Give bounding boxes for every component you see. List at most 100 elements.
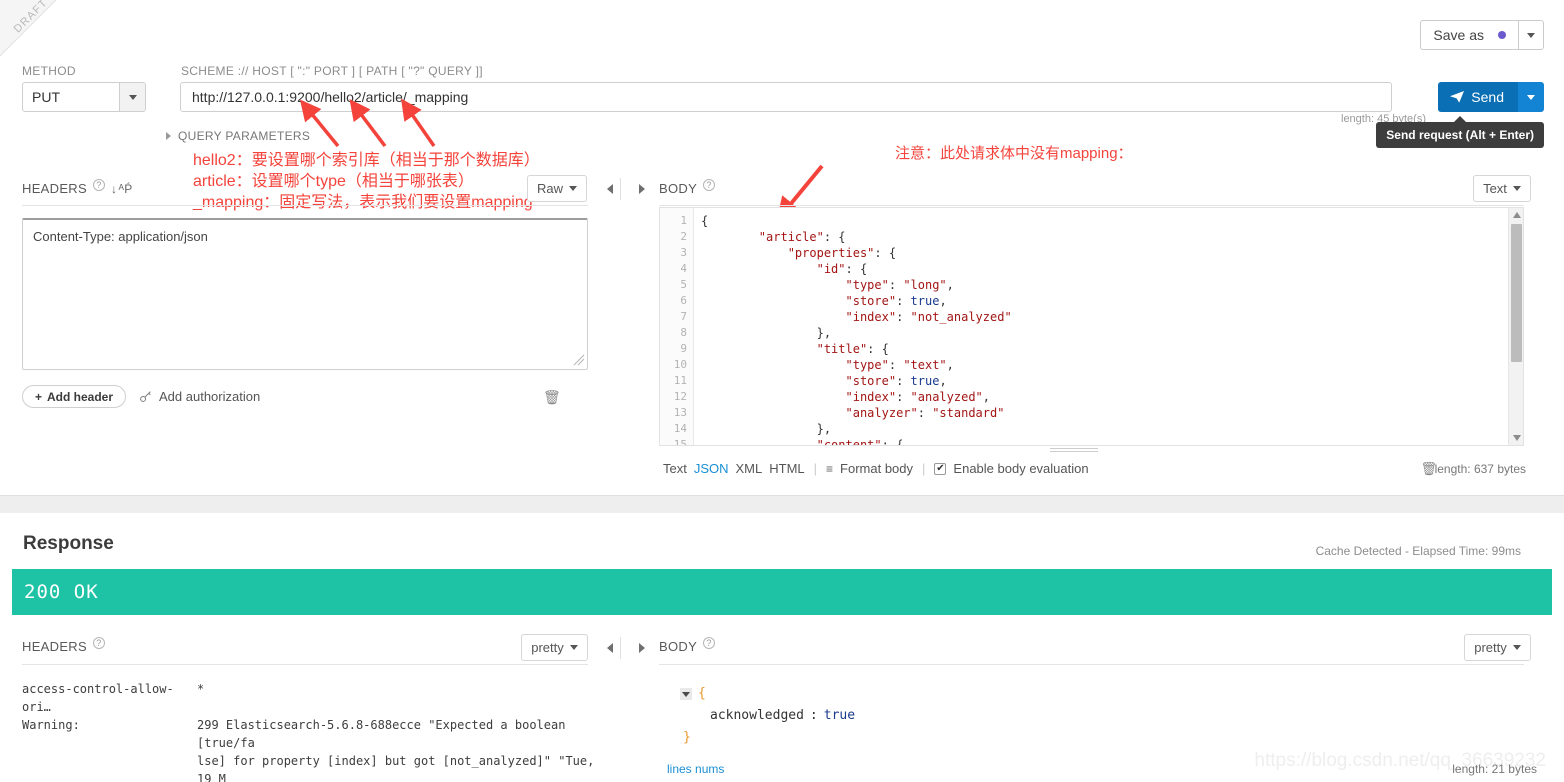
- help-icon[interactable]: ?: [92, 178, 105, 191]
- body-vertical-scrollbar[interactable]: [1508, 208, 1523, 445]
- response-headers-label: HEADERS: [22, 639, 87, 654]
- method-select[interactable]: PUT: [22, 82, 146, 112]
- chevron-down-icon: [569, 645, 578, 650]
- enable-body-evaluation-checkbox[interactable]: ✔: [934, 462, 947, 475]
- headers-format-select[interactable]: Raw: [527, 175, 587, 202]
- format-body-button[interactable]: Format body: [840, 461, 913, 476]
- json-close-row: }: [680, 727, 855, 749]
- response-header-key: access-control-allow-ori…: [22, 682, 174, 714]
- body-type-xml[interactable]: XML: [736, 461, 763, 476]
- json-key: acknowledged: [710, 708, 804, 723]
- collapse-right-button[interactable]: [635, 182, 649, 196]
- response-headers-list: access-control-allow-ori… * Warning: 299 El…: [22, 680, 602, 782]
- rest-client-window: DRAFT Save as METHOD SCHEME :// HOST [ "…: [0, 0, 1564, 782]
- body-type-html[interactable]: HTML: [769, 461, 804, 476]
- headers-format-value: Raw: [536, 181, 563, 196]
- send-dropdown-button[interactable]: [1518, 82, 1544, 112]
- json-entry-row: acknowledged : true: [680, 705, 855, 727]
- add-header-label: Add header: [47, 389, 114, 404]
- method-dropdown-button[interactable]: [119, 83, 145, 111]
- line-number: 14: [673, 422, 687, 435]
- body-divider: [659, 205, 1524, 206]
- response-header-key: Warning:: [22, 718, 80, 732]
- add-authorization-label: Add authorization: [159, 389, 261, 404]
- save-as-button[interactable]: Save as: [1420, 20, 1518, 50]
- annotation-line-1: hello2：要设置哪个索引库（相当于那个数据库）: [193, 152, 540, 169]
- annotation-line-2: article：设置哪个type（相当于哪张表）: [193, 173, 474, 190]
- scrollbar-thumb[interactable]: [1511, 224, 1522, 362]
- method-label: METHOD: [22, 64, 76, 78]
- plus-icon: +: [35, 389, 43, 404]
- response-headers-title: HEADERS ?: [22, 636, 105, 654]
- send-label: Send: [1471, 89, 1504, 105]
- json-colon: :: [809, 708, 818, 723]
- horizontal-resize-grip[interactable]: [1050, 448, 1098, 455]
- collapse-left-button[interactable]: [603, 182, 617, 196]
- draft-corner-shape: [0, 0, 56, 56]
- panel-divider: [620, 178, 621, 200]
- code-line: "store": true,: [845, 374, 947, 388]
- response-collapse-right-button[interactable]: [635, 641, 649, 655]
- response-body-title: BODY ?: [659, 636, 716, 654]
- line-number: 15: [673, 438, 687, 446]
- body-type-text[interactable]: Text: [663, 461, 687, 476]
- sort-az-icon[interactable]: ↓ ᴬṔ: [111, 182, 133, 196]
- delete-headers-icon[interactable]: 🗑: [543, 389, 561, 406]
- send-group: Send: [1438, 82, 1544, 112]
- code-line: "title": {: [816, 342, 889, 356]
- response-headers-format-select[interactable]: pretty: [521, 634, 588, 661]
- body-toolbar: Text JSON XML HTML | ≡ Format body | ✔ E…: [663, 461, 1089, 476]
- format-body-icon[interactable]: ≡: [826, 462, 833, 476]
- request-body-editor[interactable]: 1 2 3 4 5 6 7 8 9 10 11 12 13 14 15 { "article": { "pr…: [659, 207, 1524, 446]
- line-number: 7: [680, 310, 687, 323]
- headers-textarea[interactable]: [22, 218, 588, 370]
- help-icon[interactable]: ?: [703, 636, 716, 649]
- response-status-bar: 200 OK: [12, 569, 1552, 615]
- response-headers-divider: [22, 664, 588, 665]
- help-icon[interactable]: ?: [703, 178, 716, 191]
- chevron-down-icon: [1512, 645, 1521, 650]
- response-title: Response: [23, 533, 114, 554]
- send-paper-plane-icon: [1450, 91, 1465, 103]
- code-line: {: [701, 214, 709, 228]
- line-number: 11: [673, 374, 687, 387]
- collapse-toggle-icon[interactable]: [680, 688, 692, 700]
- url-input[interactable]: http://127.0.0.1:9200/hello2/article/_ma…: [180, 82, 1392, 112]
- chevron-right-icon: [639, 643, 645, 653]
- body-format-value: Text: [1483, 181, 1507, 196]
- enable-body-evaluation-label: Enable body evaluation: [953, 461, 1089, 476]
- code-line: "store": true,: [845, 294, 947, 308]
- body-type-json[interactable]: JSON: [694, 461, 729, 476]
- lines-nums-link[interactable]: lines nums: [667, 762, 724, 776]
- response-collapse-left-button[interactable]: [603, 641, 617, 655]
- url-value: http://127.0.0.1:9200/hello2/article/_ma…: [192, 89, 469, 105]
- json-value: true: [823, 708, 856, 723]
- send-tooltip: Send request (Alt + Enter): [1376, 116, 1544, 148]
- code-line: "content": {: [816, 438, 904, 445]
- request-body-code[interactable]: { "article": { "properties": { "id": { "…: [694, 208, 1508, 445]
- request-body-length: length: 637 bytes: [1434, 462, 1526, 476]
- annotation-body-note: 注意：此处请求体中没有mapping：: [895, 145, 1133, 162]
- response-panel-divider: [620, 637, 621, 659]
- add-authorization-button[interactable]: Add authorization: [139, 389, 260, 404]
- body-format-select[interactable]: Text: [1473, 175, 1531, 202]
- response-body-length: length: 21 bytes: [1452, 762, 1537, 776]
- scroll-up-icon[interactable]: [1509, 208, 1523, 222]
- response-body-format-select[interactable]: pretty: [1464, 634, 1531, 661]
- response-header-value: lse] for property [index] but got [not_a…: [197, 754, 595, 782]
- chevron-right-icon: [166, 132, 171, 140]
- help-icon[interactable]: ?: [92, 636, 105, 649]
- add-header-button[interactable]: + Add header: [22, 385, 127, 408]
- response-header-row: Warning: 299 Elasticsearch-5.6.8-688ecce …: [22, 716, 602, 752]
- headers-divider: [22, 205, 588, 206]
- code-line: "index": "analyzed",: [845, 390, 991, 404]
- query-parameters-toggle[interactable]: QUERY PARAMETERS: [166, 129, 310, 143]
- scroll-down-icon[interactable]: [1509, 431, 1523, 445]
- response-body-label: BODY: [659, 639, 698, 654]
- send-button[interactable]: Send: [1438, 82, 1518, 112]
- line-number: 8: [680, 326, 687, 339]
- method-value: PUT: [32, 89, 60, 105]
- save-as-dropdown-button[interactable]: [1518, 20, 1544, 50]
- line-number: 4: [680, 262, 687, 275]
- request-body-title: BODY ?: [659, 178, 716, 196]
